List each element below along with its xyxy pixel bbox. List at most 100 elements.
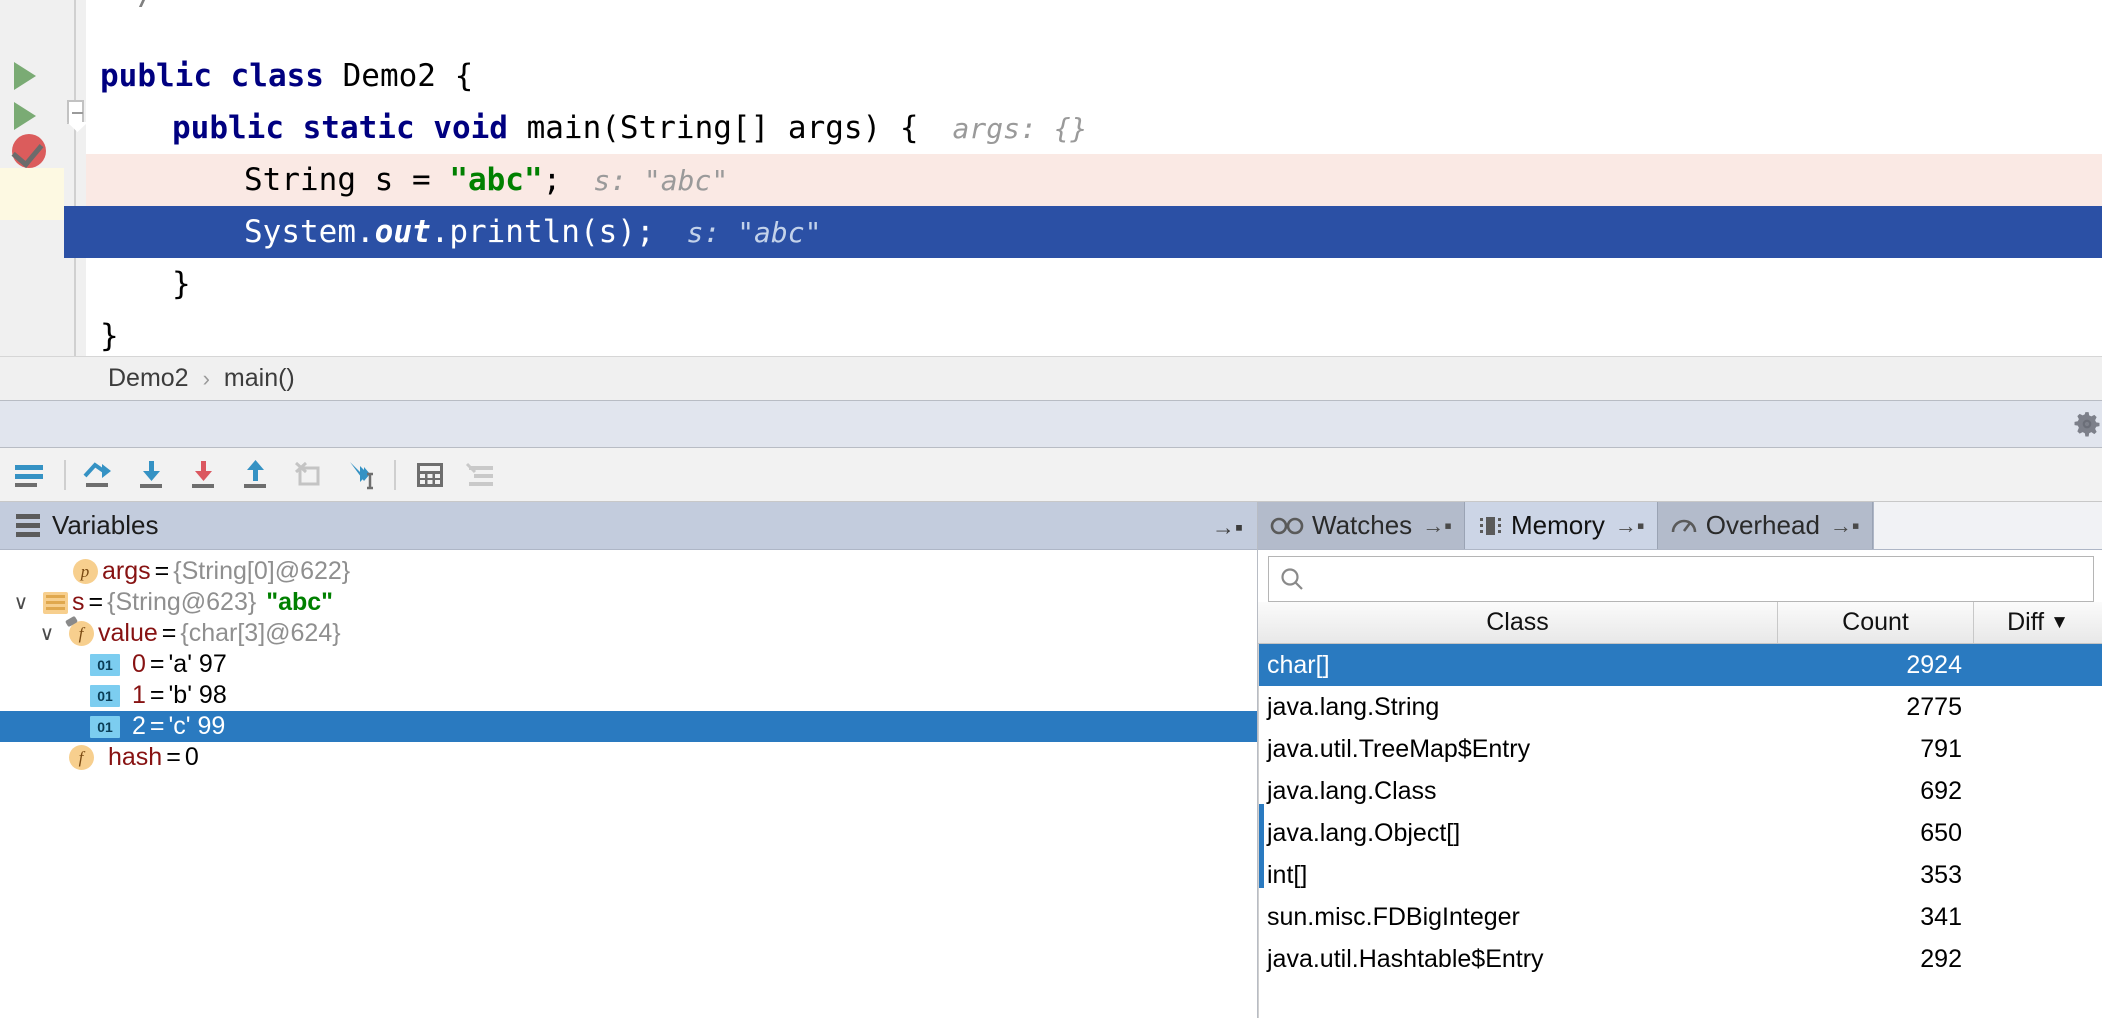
gear-icon[interactable] bbox=[2074, 411, 2100, 437]
variable-row-index-2[interactable]: 01 2 = 'c' 99 bbox=[0, 711, 1257, 742]
tab-overhead[interactable]: Overhead →▪ bbox=[1657, 502, 1873, 549]
variable-equals: = bbox=[88, 588, 104, 616]
cell-count: 2924 bbox=[1906, 650, 1962, 679]
variable-name: 0 bbox=[132, 650, 146, 678]
tab-overhead-pin-icon[interactable]: →▪ bbox=[1830, 513, 1860, 539]
code-line-6[interactable]: } bbox=[86, 310, 2102, 362]
fold-collapse-icon[interactable] bbox=[67, 100, 84, 124]
code-line-6-text: } bbox=[100, 318, 119, 354]
tree-twisty-expanded[interactable]: ∨ bbox=[30, 621, 64, 646]
table-row[interactable]: java.lang.Class 692 bbox=[1259, 770, 2102, 812]
tab-watches-label: Watches bbox=[1312, 510, 1413, 540]
variable-row-args[interactable]: p args = {String[0]@622} bbox=[0, 556, 1257, 587]
tab-overhead-label: Overhead bbox=[1705, 510, 1820, 540]
run-method-gutter-icon[interactable] bbox=[14, 102, 36, 130]
table-row[interactable]: java.util.TreeMap$Entry 791 bbox=[1259, 728, 2102, 770]
force-step-into-icon[interactable] bbox=[178, 451, 230, 499]
mute-breakpoints-icon bbox=[456, 451, 508, 499]
right-panel-tabstrip[interactable]: Watches →▪ Memory →▪ Overhead →▪ bbox=[1258, 502, 2102, 550]
sort-descending-icon: ▼ bbox=[2050, 611, 2069, 633]
code-line-1[interactable]: public class Demo2 { bbox=[86, 50, 2102, 102]
code-line-1-text: public class Demo2 { bbox=[100, 58, 474, 94]
editor-body[interactable]: **/ public class Demo2 { public static v… bbox=[0, 0, 2102, 356]
tab-memory-label: Memory bbox=[1511, 510, 1605, 540]
memory-chip-icon bbox=[1480, 516, 1501, 535]
variable-name: value bbox=[98, 619, 158, 647]
table-row[interactable]: java.lang.Object[] 650 bbox=[1259, 812, 2102, 854]
code-line-4[interactable]: System.out.println(s); s: "abc" bbox=[64, 206, 2102, 258]
variable-row-index-0[interactable]: 01 0 = 'a' 97 bbox=[0, 649, 1257, 680]
variables-panel-header[interactable]: Variables →▪ bbox=[0, 502, 1257, 550]
breadcrumb-method[interactable]: main() bbox=[224, 364, 295, 393]
variable-value: 'b' 98 bbox=[168, 681, 227, 709]
memory-table-scrollbar[interactable] bbox=[1259, 804, 1264, 888]
debug-toolwindow-header bbox=[0, 400, 2102, 448]
code-line-3[interactable]: String s = "abc"; s: "abc" bbox=[86, 154, 2102, 206]
memory-table-header[interactable]: Class Count Diff ▼ bbox=[1258, 602, 2102, 644]
step-out-icon[interactable] bbox=[230, 451, 282, 499]
toolbar-separator-2 bbox=[394, 459, 396, 490]
tree-twisty-expanded[interactable]: ∨ bbox=[4, 590, 38, 615]
inline-hint-s-line3: s: "abc" bbox=[593, 163, 729, 197]
table-row[interactable]: char[] 2924 bbox=[1259, 644, 2102, 686]
code-editor[interactable]: **/ public class Demo2 { public static v… bbox=[0, 0, 2102, 400]
inline-hint-s-line4: s: "abc" bbox=[686, 215, 822, 249]
variables-list-icon bbox=[16, 514, 40, 537]
tab-watches-pin-icon[interactable]: →▪ bbox=[1422, 513, 1452, 539]
code-line-5[interactable]: } bbox=[86, 258, 2102, 310]
table-row[interactable]: java.lang.String 2775 bbox=[1259, 686, 2102, 728]
step-over-icon[interactable] bbox=[74, 451, 126, 499]
variable-value: 'a' 97 bbox=[168, 650, 227, 678]
tab-memory[interactable]: Memory →▪ bbox=[1465, 502, 1658, 549]
run-to-cursor-icon[interactable] bbox=[334, 451, 386, 499]
variables-panel-title: Variables bbox=[52, 510, 159, 540]
memory-table-body[interactable]: char[] 2924 java.lang.String 2775 java.u… bbox=[1258, 644, 2102, 1018]
table-row[interactable]: sun.misc.FDBigInteger 341 bbox=[1259, 896, 2102, 938]
tab-memory-pin-icon[interactable]: →▪ bbox=[1615, 513, 1645, 539]
table-row[interactable]: int[] 353 bbox=[1259, 854, 2102, 896]
variable-reference: {String[0]@622} bbox=[173, 557, 351, 585]
debugger-toolbar[interactable] bbox=[0, 448, 2102, 502]
column-header-diff-label: Diff bbox=[2007, 608, 2045, 636]
editor-gutter[interactable] bbox=[0, 0, 64, 356]
run-class-gutter-icon[interactable] bbox=[14, 62, 36, 90]
variable-name: 1 bbox=[132, 681, 146, 709]
column-header-class[interactable]: Class bbox=[1258, 602, 1778, 643]
evaluate-expression-icon[interactable] bbox=[404, 451, 456, 499]
cell-count: 791 bbox=[1920, 734, 1962, 763]
code-line-3-text: String s = "abc"; bbox=[244, 162, 562, 198]
show-execution-point-icon[interactable] bbox=[4, 451, 56, 499]
breadcrumb-class[interactable]: Demo2 bbox=[108, 364, 189, 393]
variable-row-index-1[interactable]: 01 1 = 'b' 98 bbox=[0, 680, 1257, 711]
memory-search-box[interactable] bbox=[1268, 556, 2094, 602]
field-icon: f bbox=[64, 621, 98, 646]
variable-value: 0 bbox=[184, 743, 199, 771]
column-header-diff[interactable]: Diff ▼ bbox=[1974, 602, 2102, 643]
variable-equals: = bbox=[149, 681, 165, 709]
breadcrumb[interactable]: Demo2 › main() bbox=[0, 356, 2102, 400]
variable-row-s[interactable]: ∨ s = {String@623} "abc" bbox=[0, 587, 1257, 618]
primitive-icon: 01 bbox=[88, 653, 122, 676]
memory-search-input[interactable] bbox=[1313, 565, 2093, 593]
variable-equals: = bbox=[149, 650, 165, 678]
code-line-2[interactable]: public static void main(String[] args) {… bbox=[86, 102, 2102, 154]
variable-row-hash[interactable]: f hash = 0 bbox=[0, 742, 1257, 773]
code-text-area[interactable]: **/ public class Demo2 { public static v… bbox=[64, 0, 2102, 356]
column-header-count[interactable]: Count bbox=[1778, 602, 1974, 643]
primitive-icon: 01 bbox=[88, 715, 122, 738]
current-line-gutter-highlight bbox=[0, 168, 64, 220]
variables-panel: Variables →▪ p args = {String[0]@622} ∨ … bbox=[0, 502, 1258, 1018]
code-line-5-text: } bbox=[172, 266, 191, 302]
editor-fold-strip[interactable] bbox=[64, 0, 86, 356]
table-row[interactable]: java.util.Hashtable$Entry 292 bbox=[1259, 938, 2102, 980]
variable-row-value[interactable]: ∨ f value = {char[3]@624} bbox=[0, 618, 1257, 649]
tab-watches[interactable]: Watches →▪ bbox=[1258, 502, 1465, 549]
breakpoint-icon[interactable] bbox=[12, 134, 46, 168]
variable-equals: = bbox=[149, 712, 165, 740]
step-into-icon[interactable] bbox=[126, 451, 178, 499]
variables-panel-pin-icon[interactable]: →▪ bbox=[1212, 514, 1243, 541]
variable-name: args bbox=[102, 557, 151, 585]
cell-class: java.util.TreeMap$Entry bbox=[1267, 734, 1531, 763]
variables-tree[interactable]: p args = {String[0]@622} ∨ s = {String@6… bbox=[0, 550, 1257, 1018]
memory-class-table[interactable]: Class Count Diff ▼ char[] 2924 java.lang… bbox=[1258, 602, 2102, 1018]
